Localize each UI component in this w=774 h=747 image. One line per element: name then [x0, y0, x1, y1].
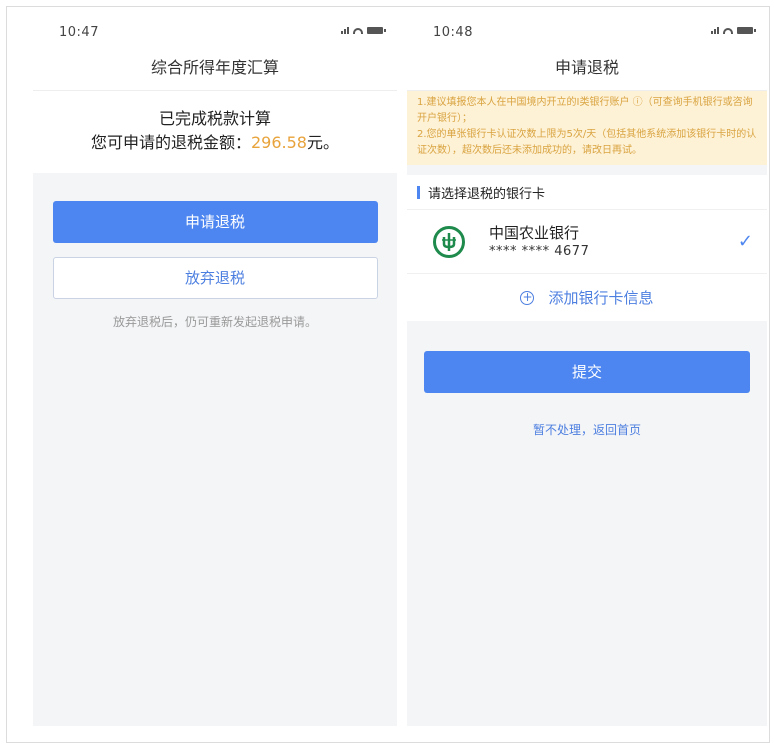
status-bar: 10:48: [407, 21, 767, 51]
refund-amount: 296.58: [251, 133, 307, 152]
refund-line: 您可申请的退税金额：296.58元。: [43, 131, 387, 155]
apply-refund-button[interactable]: 申请退税: [52, 201, 378, 243]
status-icons: [711, 27, 756, 34]
notice-banner: 1.建议填报您本人在中国境内开立的Ⅰ类银行账户 ⓘ（可查询手机银行或咨询开户银行…: [407, 91, 767, 165]
status-time: 10:48: [433, 25, 473, 40]
signal-icon: [711, 27, 719, 34]
refund-label: 您可申请的退税金额：: [90, 133, 251, 152]
page-title: 综合所得年度汇算: [33, 51, 397, 91]
signal-icon: [341, 27, 349, 34]
status-time: 10:47: [59, 25, 99, 40]
battery-icon: [367, 27, 386, 34]
status-icons: [341, 27, 386, 34]
bank-card-section-header: 请选择退税的银行卡: [407, 175, 767, 209]
tax-result-card: 已完成税款计算 您可申请的退税金额：296.58元。: [33, 91, 397, 173]
annual-settlement-screen: 10:47 综合所得年度汇算 已完成税款计算 您可申请的退税金额：296.58元…: [33, 21, 397, 726]
notice-line-1: 1.建议填报您本人在中国境内开立的Ⅰ类银行账户 ⓘ（可查询手机银行或咨询开户银行…: [417, 97, 753, 124]
screenshot-frame: 10:47 综合所得年度汇算 已完成税款计算 您可申请的退税金额：296.58元…: [6, 6, 770, 743]
add-circle-icon: +: [520, 289, 535, 305]
section-title: 请选择退税的银行卡: [428, 186, 546, 202]
add-bank-card-label: 添加银行卡信息: [548, 289, 654, 307]
battery-icon: [737, 27, 756, 34]
add-bank-card-button[interactable]: + 添加银行卡信息: [407, 273, 767, 321]
bank-card-number: **** **** 4677: [489, 243, 590, 259]
wifi-icon: [353, 28, 363, 34]
section-accent-bar: [417, 185, 420, 199]
abandon-refund-button[interactable]: 放弃退税: [52, 257, 378, 299]
wifi-icon: [723, 28, 733, 34]
status-bar: 10:47: [33, 21, 397, 51]
bank-card-option[interactable]: 中国农业银行 **** **** 4677 ✓: [407, 209, 767, 273]
bank-name: 中国农业银行: [489, 223, 580, 242]
apply-refund-screen: 10:48 申请退税 1.建议填报您本人在中国境内开立的Ⅰ类银行账户 ⓘ（可查询…: [407, 21, 767, 726]
notice-line-2: 2.您的单张银行卡认证次数上限为5次/天（包括其他系统添加该银行卡时的认证次数）…: [417, 129, 757, 156]
abc-bank-logo-icon: [433, 225, 465, 258]
submit-button[interactable]: 提交: [424, 351, 750, 393]
refund-unit: 元。: [306, 133, 339, 152]
result-title: 已完成税款计算: [158, 109, 271, 128]
bank-info: 中国农业银行 **** **** 4677: [489, 223, 738, 261]
page-title: 申请退税: [407, 51, 767, 91]
abandon-hint: 放弃退税后，仍可重新发起退税申请。: [112, 315, 317, 329]
checkmark-icon: ✓: [737, 231, 753, 252]
return-home-link[interactable]: 暂不处理，返回首页: [407, 421, 767, 438]
